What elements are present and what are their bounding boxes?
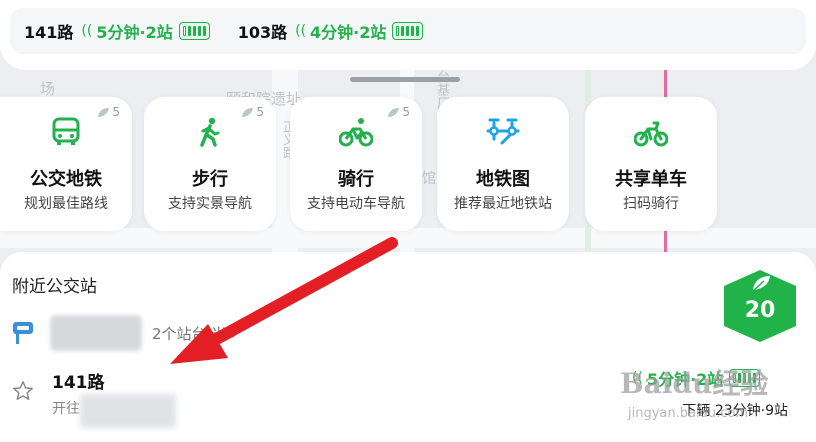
mode-title: 共享单车 [615,169,687,190]
leaf-icon [388,107,400,117]
shared-bike-icon [634,121,668,147]
bus-icon [52,117,80,145]
eco-leaf-badge: 5 [387,105,410,119]
mode-title: 骑行 [338,169,374,190]
star-icon[interactable] [12,380,34,402]
bus-line-name[interactable]: 141路 [52,368,105,393]
redacted-area [80,394,176,428]
crowd-level-icon [178,22,210,40]
route-item[interactable]: 141路 (( 5分钟·2站 [24,19,210,43]
map-label: 场 [40,80,56,98]
realtime-signal-icon: (( [81,23,93,39]
stop-meta: 2个站台 米 › [152,324,238,343]
mode-title: 地铁图 [476,169,530,190]
route-name: 141路 [24,23,74,42]
bus-stop-row[interactable]: 2个站台 米 › [12,315,238,351]
walk-icon [200,117,220,147]
mode-card-shared-bike[interactable]: 共享单车 扫码骑行 [585,97,717,231]
drag-handle[interactable] [350,77,460,82]
route-eta: 5分钟·2站 [96,23,173,42]
map-label: 馆 [422,171,436,187]
route-eta: 4分钟·2站 [310,23,387,42]
top-route-card: 141路 (( 5分钟·2站 103路 (( 4分钟·2站 [0,0,816,70]
bike-icon [339,118,373,147]
leaf-icon [242,107,254,117]
mode-card-walk[interactable]: 5 步行 支持实景导航 [144,97,276,231]
leaf-count: 5 [112,105,120,119]
mode-subtitle: 推荐最近地铁站 [454,196,552,212]
stop-name-redacted [50,315,142,351]
route-name: 103路 [237,23,288,42]
mode-subtitle: 扫码骑行 [623,196,679,212]
eco-badge-value: 20 [744,298,776,323]
mode-subtitle: 支持实景导航 [168,196,252,212]
crowd-level-icon [392,22,424,40]
bus-stop-icon [13,322,33,344]
realtime-signal-icon: (( [295,23,307,39]
watermark-logo: Baidu经验 [620,367,769,400]
panel-title: 附近公交站 [12,277,97,297]
metro-map-icon [486,118,520,145]
mode-card-bike[interactable]: 5 骑行 支持电动车导航 [290,97,422,231]
eco-leaf-badge: 5 [97,105,120,119]
map-road [0,228,816,248]
route-item[interactable]: 103路 (( 4分钟·2站 [238,19,424,43]
leaf-icon [98,107,110,117]
mode-card-transit[interactable]: 5 公交地铁 规划最佳路线 [0,97,132,231]
mode-title: 步行 [192,169,228,190]
watermark-url: jingyan.baidu.com [628,406,748,421]
leaf-count: 5 [402,105,410,119]
mode-subtitle: 支持电动车导航 [307,196,405,212]
mode-title: 公交地铁 [30,169,102,190]
mode-subtitle: 规划最佳路线 [24,196,108,212]
leaf-count: 5 [256,105,264,119]
mode-card-metro-map[interactable]: 地铁图 推荐最近地铁站 [437,97,569,231]
eco-leaf-badge: 5 [241,105,264,119]
route-summary-bar[interactable]: 141路 (( 5分钟·2站 103路 (( 4分钟·2站 [10,8,806,54]
